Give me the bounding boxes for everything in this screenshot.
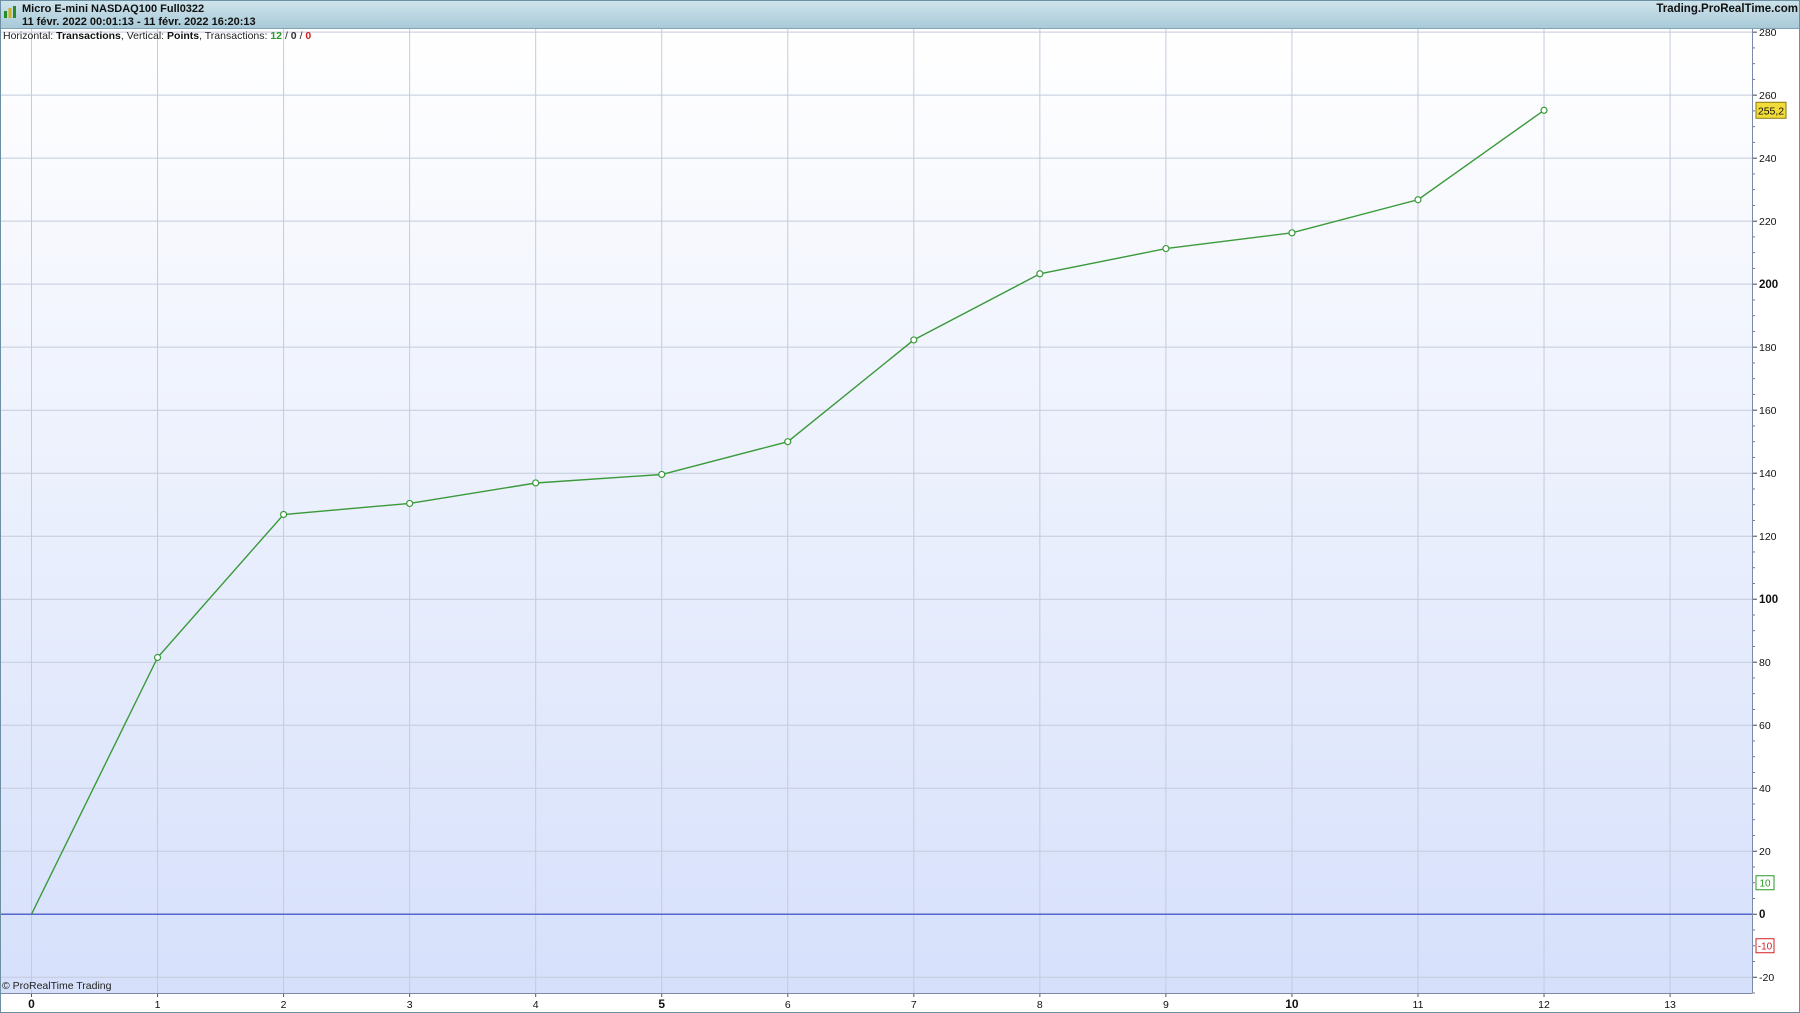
brand-label: Trading.ProRealTime.com	[1656, 3, 1798, 15]
wins-count: 12	[270, 30, 283, 42]
horizontal-label: Horizontal:	[3, 30, 54, 42]
y-tick-label: 280	[1759, 29, 1777, 39]
chart-info-line: Horizontal: Transactions, Vertical: Poin…	[3, 30, 312, 42]
y-tick-label: 240	[1759, 153, 1777, 165]
losses-count: 0	[305, 30, 312, 42]
data-point	[1540, 106, 1548, 114]
y-tick-label: 80	[1759, 657, 1771, 669]
copyright-label: © ProRealTime Trading	[2, 980, 112, 992]
vertical-value: Points	[167, 30, 200, 42]
neutral-count: 0	[290, 30, 297, 42]
chart-icon	[4, 6, 16, 18]
zero-band-lower-label: -10	[1758, 942, 1773, 953]
y-tick-label: 260	[1759, 90, 1777, 102]
x-axis: 0 1 2 3 4 5 6 7 8 9 10 11 12 13	[0, 993, 1752, 1011]
data-point	[1036, 270, 1044, 278]
x-tick-label: 8	[1037, 999, 1043, 1011]
x-tick-label: 6	[785, 999, 791, 1011]
x-tick-label: 4	[533, 999, 539, 1011]
transactions-label: Transactions:	[204, 30, 268, 42]
zero-band-upper-label: 10	[1759, 879, 1771, 890]
y-axis: -20 0 20 40 60 80 100 120 140 160 180 200 220 240 260 2…	[1752, 29, 1787, 994]
data-point	[532, 479, 540, 487]
data-point	[1414, 196, 1422, 204]
x-tick-label: 5	[658, 997, 665, 1011]
data-point	[910, 336, 918, 344]
x-tick-label: 11	[1413, 999, 1424, 1011]
equity-chart[interactable]: -200204060801001201401601802002202402602…	[0, 29, 1800, 1013]
y-tick-label: 20	[1759, 846, 1771, 858]
x-tick-label: 13	[1664, 999, 1676, 1011]
data-point	[153, 653, 162, 662]
data-point	[784, 438, 792, 446]
x-tick-label: 12	[1538, 999, 1550, 1011]
y-tick-label: 100	[1759, 594, 1778, 606]
x-tick-label: 3	[407, 999, 413, 1011]
y-tick-label: 200	[1759, 279, 1778, 291]
y-tick-label: -20	[1759, 972, 1774, 984]
title-bar: Micro E-mini NASDAQ100 Full0322 11 févr.…	[0, 0, 1800, 29]
x-tick-label: 10	[1285, 997, 1299, 1011]
last-value-label: 255,2	[1758, 105, 1784, 117]
x-tick-label: 1	[155, 999, 161, 1011]
y-tick-label: 120	[1759, 531, 1777, 543]
data-point	[1162, 244, 1170, 253]
chart-title: Micro E-mini NASDAQ100 Full0322	[22, 3, 205, 15]
y-tick-label: 180	[1759, 342, 1777, 354]
chart-date-range: 11 févr. 2022 00:01:13 - 11 févr. 2022 1…	[22, 16, 256, 28]
data-point	[658, 470, 666, 479]
x-tick-label: 7	[911, 999, 917, 1011]
data-point	[406, 499, 414, 508]
x-tick-label: 2	[281, 999, 287, 1011]
x-tick-label: 0	[28, 997, 35, 1011]
separator: /	[299, 30, 303, 42]
y-tick-label: 160	[1759, 405, 1777, 417]
data-point	[279, 510, 288, 519]
data-point	[1288, 229, 1296, 237]
y-tick-label: 140	[1759, 468, 1777, 480]
x-tick-label: 9	[1163, 999, 1169, 1011]
y-tick-label: 60	[1759, 720, 1771, 732]
y-tick-label: 0	[1759, 909, 1765, 921]
plot-background	[0, 29, 1752, 993]
vertical-label: Vertical:	[126, 30, 165, 42]
horizontal-value: Transactions	[56, 30, 121, 42]
y-tick-label: 220	[1759, 216, 1777, 228]
y-tick-label: 40	[1759, 783, 1771, 795]
separator: /	[284, 30, 288, 42]
